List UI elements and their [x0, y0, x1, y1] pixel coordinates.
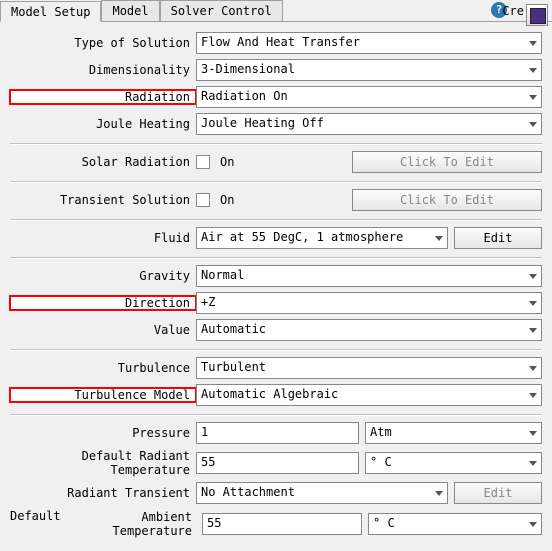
select-radiation[interactable]: Radiation On	[196, 86, 542, 108]
select-ambient-temp-unit[interactable]: ° C	[368, 513, 542, 535]
select-turbulence[interactable]: Turbulent	[196, 357, 542, 379]
label-default-radiant-temperature: Default Radiant Temperature	[10, 449, 196, 477]
button-radiant-transient-edit[interactable]: Edit	[454, 482, 542, 504]
separator	[10, 181, 542, 183]
chart-tool-icon[interactable]	[526, 4, 548, 26]
button-solar-edit[interactable]: Click To Edit	[352, 151, 542, 173]
label-radiant-transient: Radiant Transient	[10, 486, 196, 500]
select-direction[interactable]: +Z	[196, 292, 542, 314]
label-turbulence-model: Turbulence Model	[10, 388, 196, 402]
label-joule-heating: Joule Heating	[10, 117, 196, 131]
separator	[10, 219, 542, 221]
separator	[10, 414, 542, 416]
select-radiant-temp-unit[interactable]: ° C	[365, 452, 542, 474]
tab-model[interactable]: Model	[101, 0, 159, 21]
model-setup-panel: Type of Solution Flow And Heat Transfer …	[0, 22, 552, 539]
select-value[interactable]: Automatic	[196, 319, 542, 341]
label-dimensionality: Dimensionality	[10, 63, 196, 77]
select-joule-heating[interactable]: Joule Heating Off	[196, 113, 542, 135]
separator	[10, 349, 542, 351]
separator	[10, 257, 542, 259]
label-radiation: Radiation	[10, 90, 196, 104]
label-transient-solution: Transient Solution	[10, 193, 196, 207]
label-on: On	[220, 193, 234, 207]
select-dimensionality[interactable]: 3-Dimensional	[196, 59, 542, 81]
label-solar-radiation: Solar Radiation	[10, 155, 196, 169]
separator	[10, 143, 542, 145]
label-turbulence: Turbulence	[10, 361, 196, 375]
label-type-of-solution: Type of Solution	[10, 36, 196, 50]
tab-bar: Model Setup Model Solver Control	[0, 0, 552, 22]
tab-solver-control[interactable]: Solver Control	[160, 0, 283, 21]
label-fluid: Fluid	[10, 231, 196, 245]
label-pressure: Pressure	[10, 426, 196, 440]
button-transient-edit[interactable]: Click To Edit	[352, 189, 542, 211]
select-type-of-solution[interactable]: Flow And Heat Transfer	[196, 32, 542, 54]
select-fluid[interactable]: Air at 55 DegC, 1 atmosphere	[196, 227, 448, 249]
checkbox-solar-radiation[interactable]	[196, 155, 210, 169]
button-fluid-edit[interactable]: Edit	[454, 227, 542, 249]
label-default: Default	[10, 509, 61, 539]
input-radiant-temperature[interactable]: 55	[196, 452, 359, 474]
input-pressure[interactable]: 1	[196, 422, 359, 444]
checkbox-transient-solution[interactable]	[196, 193, 210, 207]
select-pressure-unit[interactable]: Atm	[365, 422, 542, 444]
label-ambient-temperature: Ambient Temperature	[63, 509, 196, 539]
select-gravity[interactable]: Normal	[196, 265, 542, 287]
label-gravity: Gravity	[10, 269, 196, 283]
label-value: Value	[10, 323, 196, 337]
cre-label: Cre	[502, 4, 524, 18]
label-direction: Direction	[10, 296, 196, 310]
tab-model-setup[interactable]: Model Setup	[0, 1, 101, 22]
select-turbulence-model[interactable]: Automatic Algebraic	[196, 384, 542, 406]
input-ambient-temperature[interactable]: 55	[202, 513, 362, 535]
label-on: On	[220, 155, 234, 169]
label-default-ambient: Default Ambient Temperature	[10, 509, 196, 539]
select-radiant-transient[interactable]: No Attachment	[196, 482, 448, 504]
